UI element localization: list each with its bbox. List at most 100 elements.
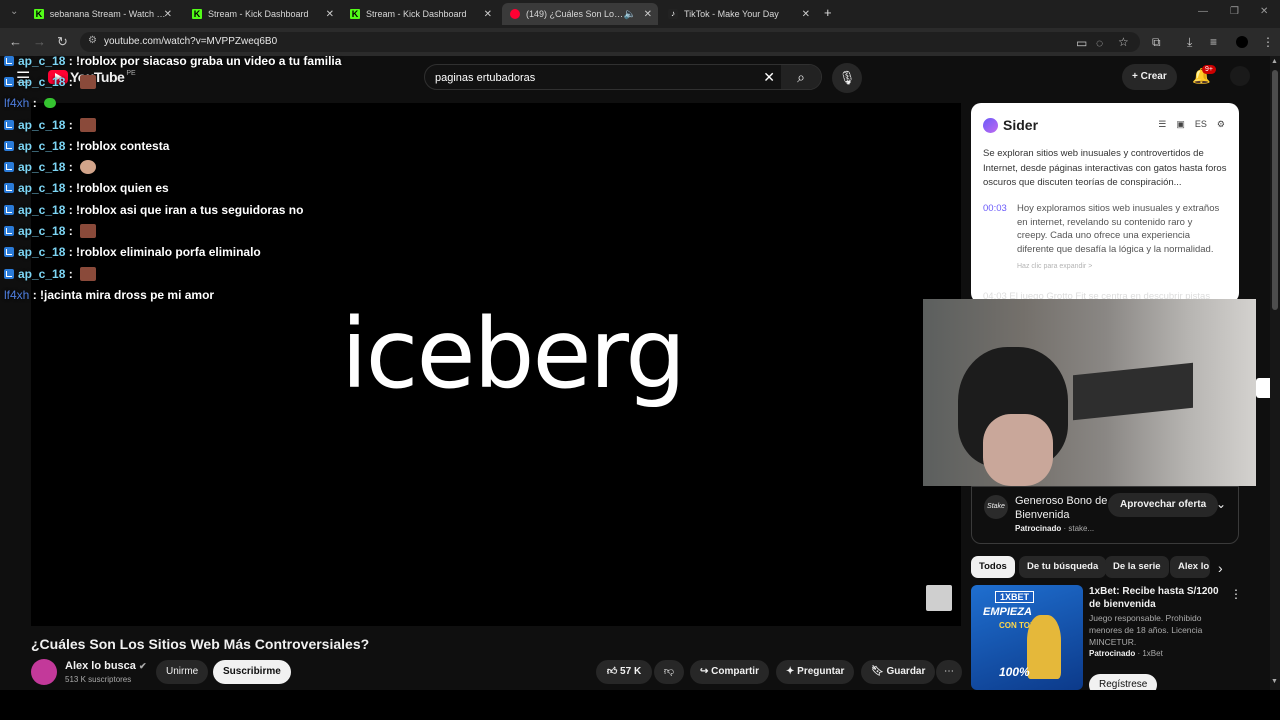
page-scrollbar[interactable]: ▲ ▼ — [1270, 56, 1280, 690]
recommendation-title[interactable]: 1xBet: Recibe hasta S/1200 de bienvenida — [1089, 585, 1229, 611]
thumb-percentage: 100% — [999, 665, 1030, 679]
clear-search-icon[interactable]: ✕ — [763, 69, 775, 86]
cast-icon[interactable]: ▭ — [1076, 36, 1087, 50]
scroll-up-icon[interactable]: ▲ — [1271, 58, 1278, 65]
more-menu-icon[interactable]: ⋮ — [1262, 35, 1274, 49]
ad-sponsor-line: Patrocinado · stake... — [1015, 524, 1095, 533]
chat-emote-icon — [44, 98, 57, 109]
bookmark-star-icon[interactable]: ☆ — [1118, 35, 1129, 49]
expand-link[interactable]: Haz clic para expandir > — [1017, 263, 1092, 270]
thumb-headline: EMPIEZA — [983, 606, 1032, 618]
account-avatar[interactable] — [1230, 66, 1250, 86]
profile-avatar[interactable] — [1236, 36, 1248, 48]
tab-title: Stream - Kick Dashboard — [366, 9, 467, 19]
search-input[interactable] — [435, 69, 755, 87]
ad-advertiser: stake... — [1068, 524, 1095, 533]
chip-de-la-serie[interactable]: De la serie — [1105, 556, 1169, 578]
browser-tab-2[interactable]: K Stream - Kick Dashboard ✕ — [184, 3, 340, 25]
sider-language[interactable]: ES — [1195, 119, 1207, 129]
chat-username: lf4xh — [4, 96, 30, 111]
voice-search-icon[interactable]: 🎙 — [832, 63, 862, 93]
scroll-down-icon[interactable]: ▼ — [1271, 678, 1278, 685]
join-button[interactable]: Unirme — [156, 660, 209, 684]
back-icon[interactable]: ← — [9, 34, 22, 49]
more-actions-button[interactable]: ⋯ — [936, 660, 962, 684]
more-options-icon[interactable]: ⋮ — [1230, 587, 1242, 601]
sider-panel: Sider ☰ ▣ ES ⚙ Se exploran sitios web in… — [971, 103, 1239, 303]
minimize-icon[interactable]: — — [1198, 6, 1208, 17]
kick-icon: K — [192, 9, 202, 19]
new-tab-icon[interactable]: + — [824, 5, 832, 20]
video-title: ¿Cuáles Son Los Sitios Web Más Controver… — [31, 636, 370, 652]
channel-name[interactable]: Alex lo busca ✔ — [65, 660, 147, 672]
chat-separator: : — [65, 224, 77, 239]
tab-search-icon[interactable]: ⌄ — [10, 6, 18, 17]
list-view-icon[interactable]: ☰ — [1158, 119, 1166, 129]
thumbs-down-icon: 👎︎ — [663, 666, 675, 677]
like-button[interactable]: 👍︎ 57 K — [596, 660, 652, 684]
subtitle-icon[interactable]: ▣ — [1176, 119, 1185, 129]
channel-avatar[interactable] — [31, 659, 57, 685]
chat-badge-icon — [4, 183, 14, 194]
chat-username: ap_c_18 — [18, 245, 66, 260]
segment-timestamp[interactable]: 00:03 — [983, 203, 1007, 214]
forward-icon[interactable]: → — [33, 34, 46, 49]
chat-emote-icon — [80, 160, 97, 175]
download-icon[interactable]: ⤓ — [1187, 35, 1192, 50]
reload-icon[interactable]: ↻ — [57, 34, 68, 50]
close-tab-icon[interactable]: ✕ — [326, 9, 334, 20]
chat-separator: : — [65, 117, 77, 132]
chat-separator: : — [65, 202, 77, 217]
ad-cta-button[interactable]: Aprovechar oferta — [1108, 493, 1219, 517]
extensions-icon[interactable]: ⧉ — [1152, 35, 1161, 50]
chat-message: lf4xh : !jacinta mira dross pe mi amor — [4, 284, 424, 305]
hide-icon[interactable]: ◌ — [1096, 36, 1103, 50]
browser-tab-5[interactable]: ♪ TikTok - Make Your Day ✕ — [660, 3, 816, 25]
ask-button[interactable]: ✦ Preguntar — [776, 660, 855, 684]
recommendation-description: Juego responsable. Prohibido menores de … — [1089, 613, 1203, 647]
subscribe-button[interactable]: Suscribirme — [213, 660, 291, 684]
chat-separator: : — [29, 96, 41, 111]
browser-tab-1[interactable]: K sebanana Stream - Watch Live ✕ — [26, 3, 178, 25]
chat-message: ap_c_18 : !roblox quien es — [4, 178, 424, 199]
chat-badge-icon — [4, 226, 14, 237]
bookmark-icon: 🔖︎ — [871, 666, 884, 677]
chat-message: ap_c_18 : — [4, 220, 424, 241]
site-info-icon[interactable]: ⚙ — [88, 35, 97, 46]
chip-alex-lo[interactable]: Alex lo — [1170, 556, 1210, 578]
chat-message: ap_c_18 : — [4, 263, 424, 284]
chat-username: ap_c_18 — [18, 74, 66, 89]
close-tab-icon[interactable]: ✕ — [644, 9, 652, 20]
chip-todos[interactable]: Todos — [971, 556, 1015, 578]
recommendation-meta: Patrocinado · 1xBet — [1089, 649, 1163, 658]
search-icon: ⌕ — [797, 69, 805, 85]
maximize-icon[interactable]: ❐ — [1230, 6, 1239, 17]
sponsored-ad-card[interactable]: Stake Generoso Bono de Bienvenida Patroc… — [971, 486, 1239, 544]
speaker-icon[interactable]: 🔈 — [624, 9, 636, 20]
chat-separator: : — [29, 287, 41, 302]
sider-side-tab[interactable] — [1256, 378, 1270, 398]
close-tab-icon[interactable]: ✕ — [164, 9, 172, 20]
media-icon[interactable]: ≡ — [1210, 35, 1217, 49]
share-button[interactable]: ↪ Compartir — [690, 660, 769, 684]
scrollbar-thumb[interactable] — [1272, 70, 1278, 310]
close-window-icon[interactable]: ✕ — [1260, 6, 1268, 17]
settings-icon[interactable]: ⚙ — [1217, 119, 1225, 129]
url-text: youtube.com/watch?v=MVPPZweq6B0 — [104, 36, 278, 47]
segment-text: Hoy exploramos sitios web inusuales y ex… — [1017, 203, 1220, 255]
close-tab-icon[interactable]: ✕ — [802, 9, 810, 20]
chat-separator: : — [65, 53, 77, 68]
browser-tab-3[interactable]: K Stream - Kick Dashboard ✕ — [342, 3, 498, 25]
address-bar[interactable]: ⚙ youtube.com/watch?v=MVPPZweq6B0 ▭ ◌ ☆ — [80, 32, 1140, 52]
chevron-right-icon[interactable]: › — [1218, 560, 1223, 576]
recommendation-thumbnail[interactable]: 1XBET EMPIEZA CON TODO: 100% — [971, 585, 1083, 690]
save-button[interactable]: 🔖︎ Guardar — [861, 660, 936, 684]
dislike-button[interactable]: 👎︎ — [654, 660, 684, 684]
chip-de-tu-busqueda[interactable]: De tu búsqueda — [1019, 556, 1107, 578]
chat-message: ap_c_18 : !roblox asi que iran a tus seg… — [4, 199, 424, 220]
chevron-down-icon[interactable]: ⌄ — [1216, 497, 1226, 511]
browser-tab-4[interactable]: (149) ¿Cuáles Son Los Sitios 🔈 ✕ — [502, 3, 658, 25]
close-tab-icon[interactable]: ✕ — [484, 9, 492, 20]
create-button[interactable]: + Crear — [1122, 64, 1177, 90]
search-button[interactable]: ⌕ — [781, 65, 821, 89]
